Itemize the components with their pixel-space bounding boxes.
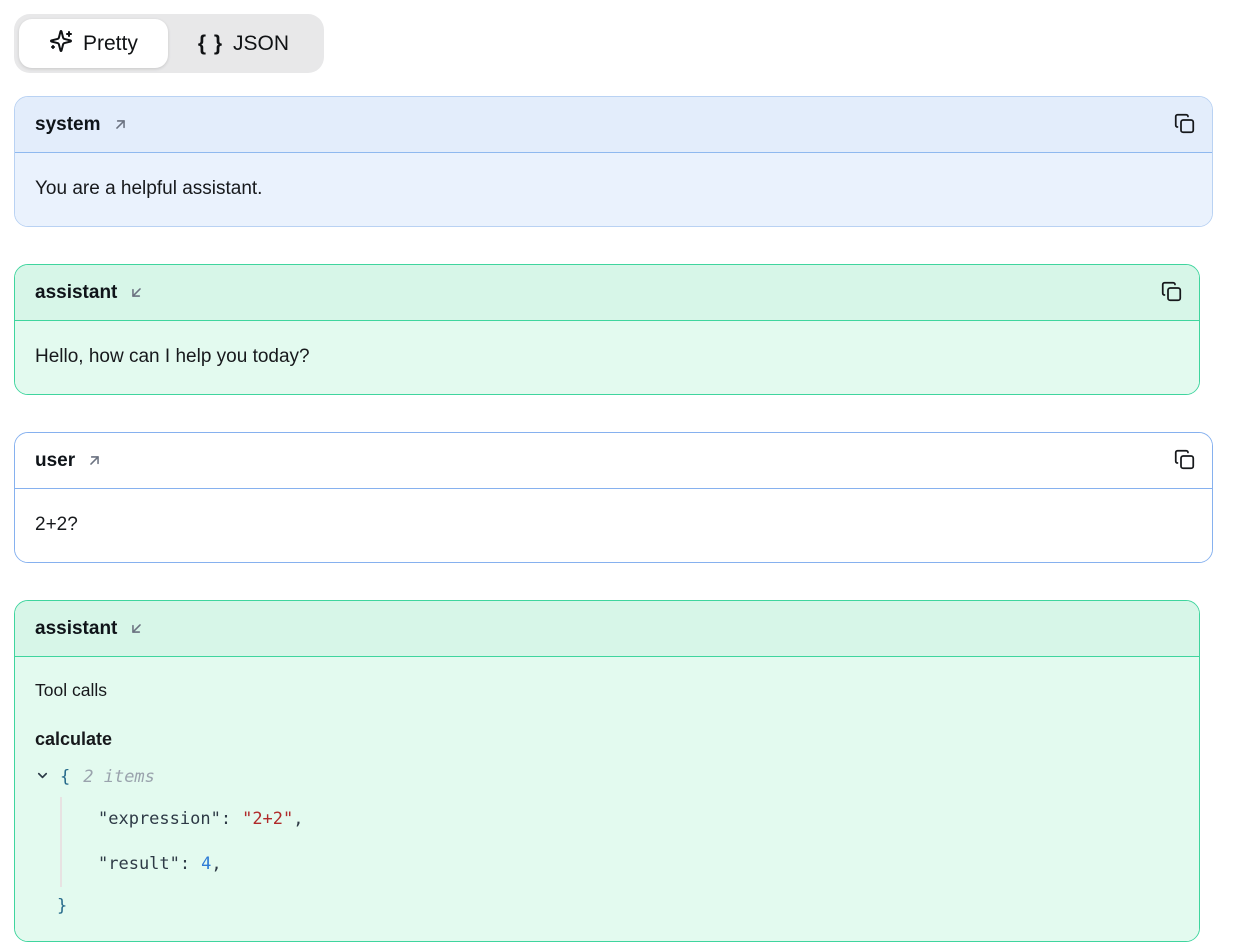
tool-name: calculate — [35, 728, 1179, 751]
braces-icon: { } — [198, 32, 223, 56]
message-body: 2+2? — [15, 489, 1212, 562]
copy-icon — [1174, 449, 1195, 473]
comma: , — [293, 808, 303, 831]
copy-button[interactable] — [1171, 110, 1198, 140]
chevron-down-icon — [35, 768, 50, 786]
role-label: system — [35, 114, 101, 136]
message-header: user — [15, 433, 1212, 489]
copy-button[interactable] — [1171, 446, 1198, 476]
tab-pretty-label: Pretty — [83, 32, 138, 56]
tool-arguments-json-tree: { 2 items "expression": "2+2", "result":4… — [35, 757, 1179, 925]
json-string-value: "2+2" — [242, 808, 293, 831]
collapse-toggle-button[interactable] — [35, 768, 50, 786]
tool-calls-section-label: Tool calls — [35, 679, 1179, 702]
message-body: Hello, how can I help you today? — [15, 321, 1199, 394]
open-brace: { — [60, 766, 70, 789]
colon: : — [180, 853, 190, 876]
arrow-down-left-icon — [128, 284, 145, 301]
json-entry-expression: "expression": "2+2", — [98, 797, 1179, 842]
message-header: system — [15, 97, 1212, 153]
comma: , — [211, 853, 221, 876]
tab-json-label: JSON — [233, 32, 289, 56]
role-label: assistant — [35, 618, 117, 640]
message-card-assistant: assistant Hello, how can I help you toda… — [14, 264, 1200, 395]
json-entry-result: "result":4, — [98, 842, 1179, 887]
message-card-assistant-tool-calls: assistant Tool calls calculate { 2 items — [14, 600, 1200, 942]
message-content: You are a helpful assistant. — [35, 178, 262, 199]
arrow-up-right-icon — [112, 116, 129, 133]
json-number-value: 4 — [201, 853, 211, 876]
message-body: Tool calls calculate { 2 items "expressi… — [15, 657, 1199, 941]
arrow-up-right-icon — [86, 452, 103, 469]
message-card-system: system You are a helpful assistant. — [14, 96, 1213, 227]
items-count: 2 items — [83, 766, 155, 789]
copy-icon — [1161, 281, 1182, 305]
colon: : — [221, 808, 231, 831]
json-root-row: { 2 items — [35, 757, 1179, 797]
json-children: "expression": "2+2", "result":4, — [60, 797, 1179, 887]
message-header: assistant — [15, 265, 1199, 321]
copy-button[interactable] — [1158, 278, 1185, 308]
role-label: user — [35, 450, 75, 472]
message-content: Hello, how can I help you today? — [35, 346, 310, 367]
sparkles-icon — [49, 29, 73, 59]
tab-pretty[interactable]: Pretty — [19, 19, 168, 68]
message-card-user: user 2+2? — [14, 432, 1213, 563]
json-close-row: } — [57, 887, 1179, 925]
close-brace: } — [57, 895, 67, 918]
message-header: assistant — [15, 601, 1199, 657]
message-body: You are a helpful assistant. — [15, 153, 1212, 226]
message-content: 2+2? — [35, 514, 78, 535]
arrow-down-left-icon — [128, 620, 145, 637]
json-key: "expression" — [98, 808, 221, 831]
view-toggle: Pretty { } JSON — [14, 14, 324, 73]
tab-json[interactable]: { } JSON — [168, 19, 319, 68]
copy-icon — [1174, 113, 1195, 137]
message-thread-view: Pretty { } JSON system You are a helpful… — [0, 0, 1234, 942]
role-label: assistant — [35, 282, 117, 304]
json-key: "result" — [98, 853, 180, 876]
